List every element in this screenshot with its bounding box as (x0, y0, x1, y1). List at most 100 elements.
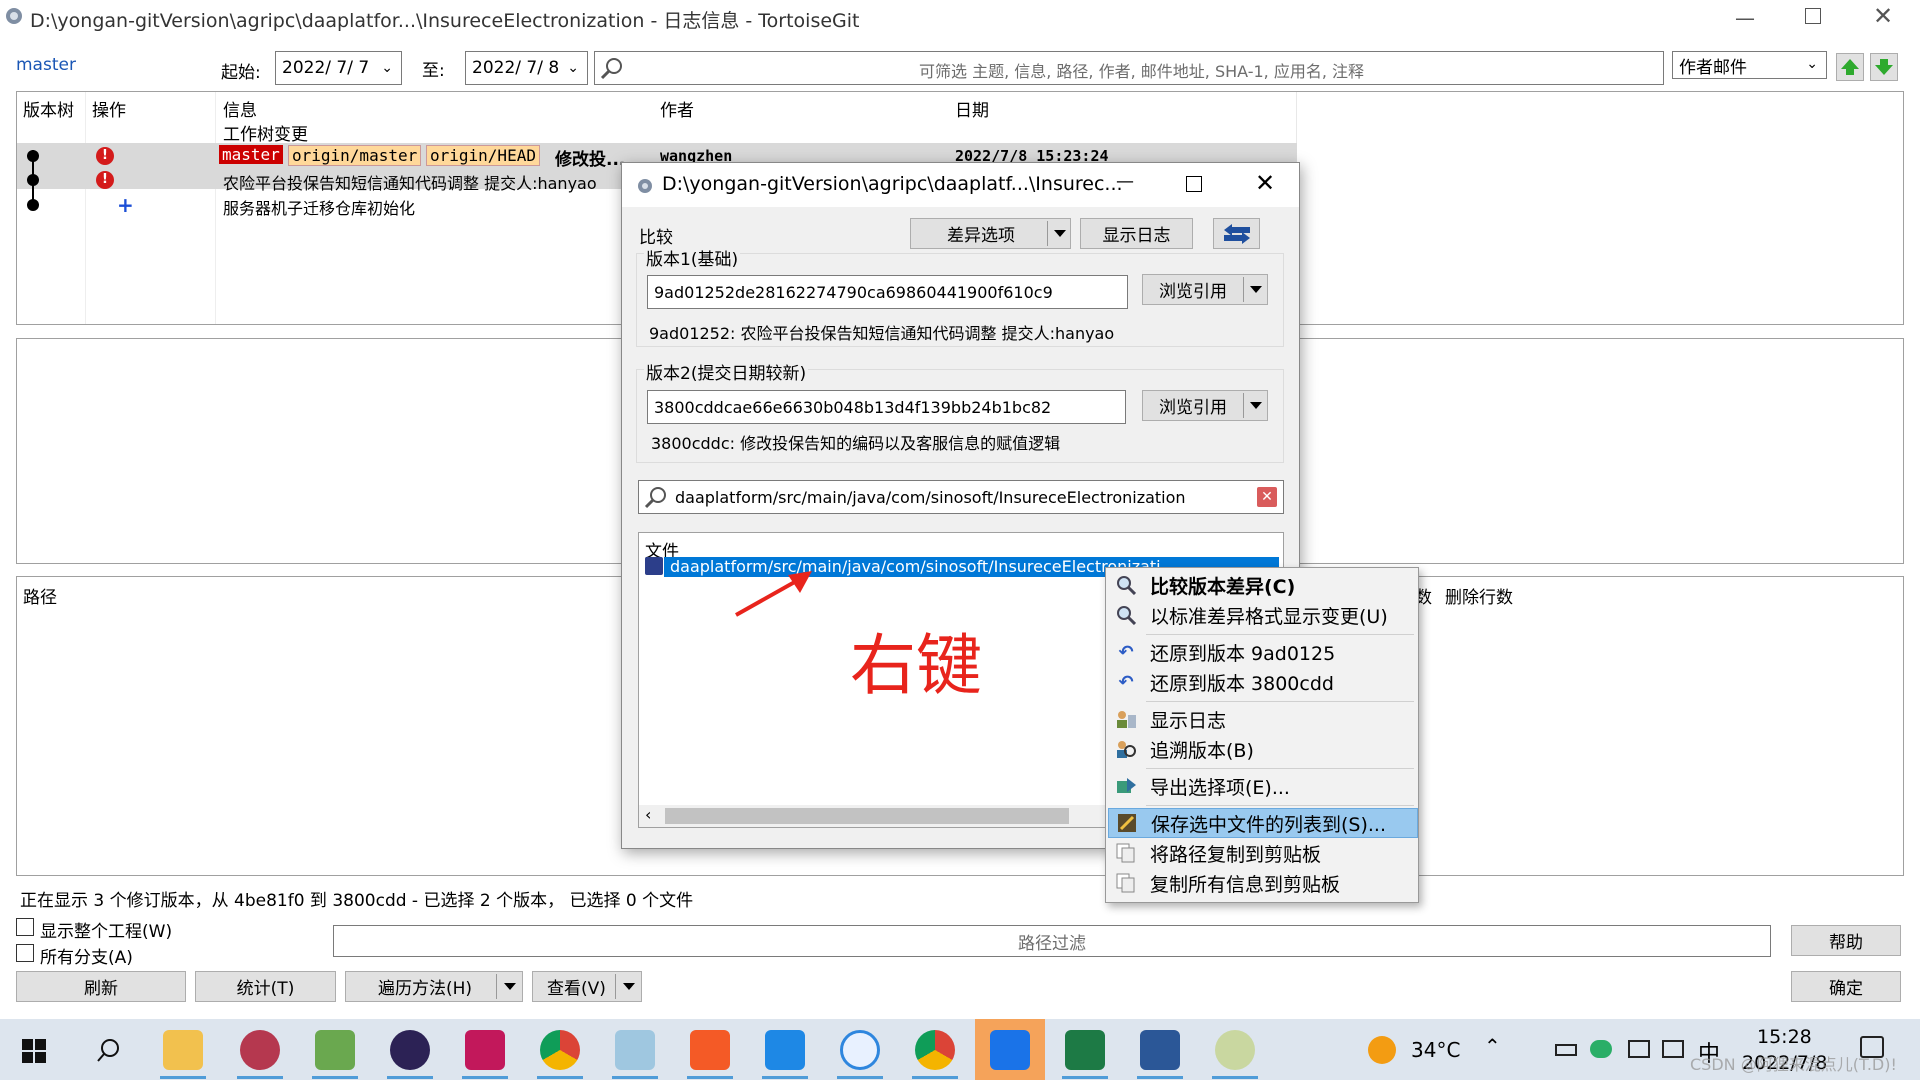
chevron-down-icon[interactable] (623, 983, 635, 990)
help-button[interactable]: 帮助 (1791, 925, 1901, 956)
close-icon[interactable]: ✕ (1873, 2, 1893, 30)
menu-item-save-list[interactable]: 保存选中文件的列表到(S)... (1108, 808, 1418, 838)
author-filter-select[interactable]: 作者邮件 ⌄ (1672, 51, 1827, 79)
chevron-up-icon[interactable]: ⌃ (1484, 1034, 1501, 1058)
from-date-picker[interactable]: 2022/ 7/ 7 ⌄ (275, 51, 402, 85)
working-tree-row[interactable]: 工作树变更 (223, 120, 308, 145)
dropdown-divider (496, 974, 497, 999)
file-explorer-icon[interactable] (163, 1030, 203, 1070)
rev1-hash-input[interactable]: 9ad01252de28162274790ca69860441900f610c9 (647, 275, 1128, 309)
commit-message[interactable]: 农险平台投保告知短信通知代码调整 提交人:hanyao (223, 170, 597, 194)
editor-icon[interactable] (315, 1030, 355, 1070)
arrow-up-button[interactable] (1836, 53, 1864, 81)
word-icon[interactable] (1140, 1030, 1180, 1070)
search-icon[interactable] (599, 56, 625, 80)
network-icon[interactable] (1628, 1040, 1650, 1058)
browse-ref-button[interactable]: 浏览引用 (1142, 274, 1268, 305)
menu-item-copy-paths[interactable]: 将路径复制到剪贴板 (1108, 838, 1418, 868)
wechat-icon[interactable] (1590, 1040, 1612, 1058)
dropdown-divider (1243, 277, 1244, 302)
column-header-deleted-lines[interactable]: 删除行数 (1445, 583, 1513, 608)
database-icon[interactable] (240, 1030, 280, 1070)
chrome-icon[interactable] (915, 1030, 955, 1070)
dialog-path-filter-input[interactable]: daaplatform/src/main/java/com/sinosoft/I… (638, 480, 1284, 514)
menu-item-compare-revisions[interactable]: 比较版本差异(C) (1108, 570, 1418, 600)
excel-icon[interactable] (1065, 1030, 1105, 1070)
menu-item-label: 导出选择项(E)... (1150, 776, 1290, 799)
arrow-down-button[interactable] (1870, 53, 1898, 81)
to-date-picker[interactable]: 2022/ 7/ 8 ⌄ (465, 51, 588, 85)
show-whole-project-label[interactable]: 显示整个工程(W) (40, 917, 172, 942)
messenger-icon[interactable] (990, 1030, 1030, 1070)
dialog-path-filter-value: daaplatform/src/main/java/com/sinosoft/I… (675, 487, 1186, 507)
menu-item-export[interactable]: 导出选择项(E)... (1108, 771, 1418, 801)
chevron-left-icon[interactable]: ‹ (645, 805, 651, 824)
search-icon[interactable] (96, 1037, 122, 1063)
column-header-author[interactable]: 作者 (660, 96, 694, 121)
all-branches-label[interactable]: 所有分支(A) (40, 943, 133, 968)
display-icon[interactable] (1662, 1040, 1684, 1058)
statistics-button[interactable]: 统计(T) (195, 971, 336, 1002)
menu-item-unified-diff[interactable]: 以标准差异格式显示变更(U) (1108, 600, 1418, 630)
eclipse-icon[interactable] (390, 1030, 430, 1070)
maximize-icon[interactable] (1186, 176, 1202, 192)
chevron-down-icon[interactable] (1250, 402, 1262, 409)
clock-time[interactable]: 15:28 (1757, 1026, 1812, 1048)
menu-item-blame[interactable]: 追溯版本(B) (1108, 734, 1418, 764)
vscode-icon[interactable] (765, 1030, 805, 1070)
menu-item-revert-9ad0125[interactable]: ↶ 还原到版本 9ad0125 (1108, 637, 1418, 667)
media-icon[interactable] (690, 1030, 730, 1070)
minimize-icon[interactable]: — (1735, 6, 1755, 30)
minimize-icon[interactable]: — (1116, 171, 1134, 192)
app-icon[interactable] (840, 1030, 880, 1070)
log-search-input[interactable]: 可筛选 主题, 信息, 路径, 作者, 邮件地址, SHA-1, 应用名, 注释 (594, 51, 1664, 85)
tortoisegit-icon[interactable] (1215, 1030, 1255, 1070)
walk-method-label: 遍历方法(H) (378, 979, 473, 999)
intellij-icon[interactable] (465, 1030, 505, 1070)
menu-item-copy-all-info[interactable]: 复制所有信息到剪贴板 (1108, 868, 1418, 898)
refresh-button[interactable]: 刷新 (16, 971, 186, 1002)
blame-icon (1114, 738, 1138, 760)
chevron-down-icon[interactable] (1250, 286, 1262, 293)
added-icon: + (117, 193, 134, 217)
temperature[interactable]: 34°C (1411, 1038, 1460, 1062)
arrow-up-icon (1841, 59, 1859, 75)
branch-label[interactable]: master (16, 55, 76, 75)
column-header-actions[interactable]: 操作 (92, 96, 126, 121)
chevron-down-icon[interactable] (504, 983, 516, 990)
column-header-path[interactable]: 路径 (23, 583, 57, 608)
browse-ref-button[interactable]: 浏览引用 (1142, 390, 1268, 421)
scrollbar-thumb[interactable] (665, 808, 1069, 824)
to-label: 至: (422, 61, 445, 81)
menu-item-show-log[interactable]: 显示日志 (1108, 704, 1418, 734)
weather-icon[interactable] (1368, 1036, 1396, 1064)
path-filter-input[interactable]: 路径过滤 (333, 925, 1771, 957)
rev2-hash-input[interactable]: 3800cddcae66e6630b048b13d4f139bb24b1bc82 (647, 390, 1126, 424)
menu-item-label: 追溯版本(B) (1150, 739, 1254, 762)
menu-separator (1146, 634, 1414, 635)
column-header-message[interactable]: 信息 (223, 96, 257, 121)
show-whole-project-checkbox[interactable] (16, 918, 34, 936)
chevron-down-icon[interactable] (1054, 230, 1066, 237)
close-icon[interactable]: ✕ (1255, 169, 1275, 197)
show-log-button[interactable]: 显示日志 (1080, 218, 1193, 249)
column-header-date[interactable]: 日期 (955, 96, 989, 121)
chrome-icon[interactable] (540, 1030, 580, 1070)
menu-item-revert-3800cdd[interactable]: ↶ 还原到版本 3800cdd (1108, 667, 1418, 697)
taskbar-indicator (837, 1076, 883, 1079)
diff-options-button[interactable]: 差异选项 (910, 218, 1071, 249)
commit-message[interactable]: 服务器机子迁移仓库初始化 (223, 195, 415, 219)
walk-method-button[interactable]: 遍历方法(H) (345, 971, 523, 1002)
battery-icon[interactable] (1555, 1044, 1577, 1056)
column-header-graph[interactable]: 版本树 (23, 96, 74, 121)
swap-button[interactable] (1213, 218, 1260, 249)
restore-icon[interactable] (1805, 8, 1821, 24)
chevron-down-icon: ⌄ (381, 60, 393, 76)
all-branches-checkbox[interactable] (16, 944, 34, 962)
search-placeholder: 可筛选 主题, 信息, 路径, 作者, 邮件地址, SHA-1, 应用名, 注释 (919, 62, 1365, 81)
ok-button[interactable]: 确定 (1791, 971, 1901, 1002)
windows-start-icon[interactable] (22, 1039, 46, 1063)
notes-icon[interactable] (615, 1030, 655, 1070)
clear-filter-icon[interactable]: ✕ (1257, 487, 1277, 507)
view-button[interactable]: 查看(V) (532, 971, 642, 1002)
